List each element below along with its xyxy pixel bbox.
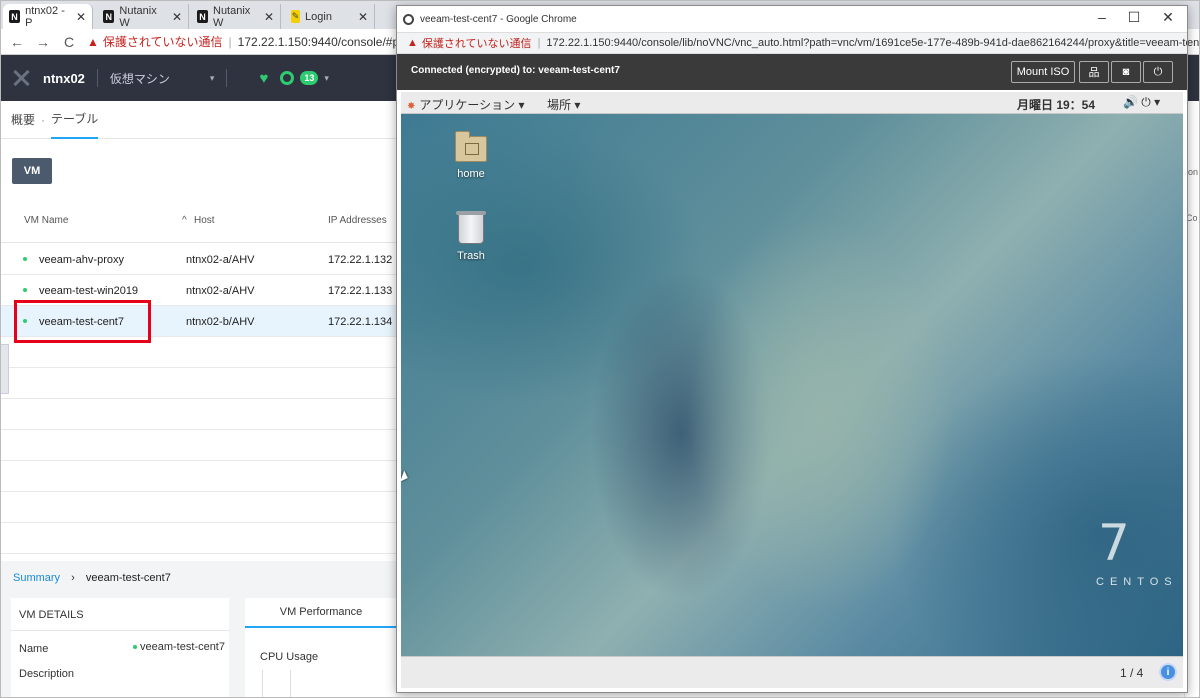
close-tab-icon[interactable]: ✕ <box>76 10 86 24</box>
chevron-down-icon[interactable]: ▾ <box>324 73 329 84</box>
camera-icon[interactable]: ◙ <box>1111 61 1141 83</box>
tab-overview[interactable]: 概要 <box>11 111 35 128</box>
breadcrumb-current: veeam-test-cent7 <box>85 572 171 584</box>
chrome-globe-icon <box>403 13 414 25</box>
power-on-dot-icon <box>23 257 27 261</box>
warning-triangle-icon: ▲ <box>87 34 99 49</box>
tab-nutanix-1[interactable]: N Nutanix W ✕ <box>97 4 189 29</box>
system-menu[interactable]: 🔊 ⏻ ▾ <box>1123 95 1160 110</box>
desktop-icon-trash[interactable]: Trash <box>441 211 501 262</box>
centos-logo-number: 7 <box>1098 514 1130 572</box>
vm-details-card: VM DETAILS Name veeam-test-cent7 Descrip… <box>11 598 229 697</box>
breadcrumb-summary-link[interactable]: Summary <box>13 572 60 584</box>
console-popup-window: veeam-test-cent7 - Google Chrome – ☐ ✕ ▲… <box>396 5 1188 693</box>
volume-icon: 🔊 <box>1123 95 1138 109</box>
close-tab-icon[interactable]: ✕ <box>264 10 274 24</box>
empty-row <box>1 430 396 461</box>
mount-iso-button[interactable]: Mount ISO <box>1011 61 1075 83</box>
popup-titlebar[interactable]: veeam-test-cent7 - Google Chrome – ☐ ✕ <box>397 6 1187 32</box>
sort-icon[interactable]: ^ <box>182 215 187 226</box>
chevron-down-icon[interactable]: ▾ <box>210 73 215 84</box>
home-folder-icon <box>455 131 487 162</box>
create-vm-button[interactable]: VM <box>12 158 52 184</box>
panel-resize-handle[interactable] <box>1 344 9 394</box>
alerts-ring-icon[interactable] <box>280 71 295 85</box>
popup-url[interactable]: 172.22.1.150:9440/console/lib/noVNC/vnc_… <box>546 37 1187 49</box>
power-icon[interactable]: ⏻ <box>1143 61 1173 83</box>
power-icon: ⏻ <box>1141 95 1151 109</box>
trash-icon <box>456 211 486 244</box>
vm-performance-card: VM Performance CPU Usage <box>245 598 397 697</box>
nutanix-logo-icon[interactable] <box>11 68 31 88</box>
chevron-down-icon: ▾ <box>1154 95 1161 109</box>
alert-count-badge[interactable]: 13 <box>300 71 319 85</box>
name-value: veeam-test-cent7 <box>133 641 225 653</box>
clock[interactable]: 月曜日 19：54 <box>1017 96 1095 113</box>
warning-triangle-icon: ▲ <box>407 37 418 49</box>
insecure-warning[interactable]: 保護されていない通信 <box>422 35 532 51</box>
health-heart-icon[interactable]: ♥ <box>259 70 268 87</box>
tab-vm-performance[interactable]: VM Performance <box>245 598 397 628</box>
url-tail: en <box>1187 37 1200 49</box>
close-tab-icon[interactable]: ✕ <box>358 10 368 24</box>
close-window-icon[interactable]: ✕ <box>1153 9 1183 26</box>
vm-table-header: VM Name ^ Host IP Addresses <box>1 201 396 243</box>
centos-desktop[interactable]: home Trash 7 CENTOS <box>401 114 1183 656</box>
col-vm-name[interactable]: VM Name <box>24 215 68 226</box>
places-menu[interactable]: 場所 ▾ <box>547 96 580 113</box>
empty-row <box>1 368 396 399</box>
power-on-dot-icon <box>23 288 27 292</box>
workspace-indicator[interactable]: 1 / 4 <box>1120 666 1143 680</box>
highlight-box <box>14 300 151 343</box>
notification-info-icon[interactable]: i <box>1159 663 1177 681</box>
power-on-dot-icon <box>133 645 137 650</box>
breadcrumb: Summary › veeam-test-cent7 <box>13 572 171 584</box>
novnc-toolbar: Connected (encrypted) to: veeam-test-cen… <box>397 54 1187 90</box>
empty-row <box>1 461 396 492</box>
tab-nutanix-2[interactable]: N Nutanix W ✕ <box>191 4 281 29</box>
screen: N ntnx02 - P ✕ N Nutanix W ✕ N Nutanix W… <box>0 0 1200 698</box>
minimize-icon[interactable]: – <box>1087 9 1117 25</box>
network-icon[interactable]: 品 <box>1079 61 1109 83</box>
centos-logo-word: CENTOS <box>1096 576 1178 588</box>
chevron-right-icon: › <box>71 572 75 584</box>
description-label: Description <box>19 668 75 680</box>
cpu-usage-label: CPU Usage <box>260 651 319 663</box>
forward-arrow-icon[interactable]: → <box>33 34 53 50</box>
nutanix-favicon-icon: N <box>197 10 208 23</box>
applications-menu[interactable]: ✸ アプリケーション ▾ <box>407 96 525 113</box>
empty-row <box>1 523 396 554</box>
popup-address-bar: ▲ 保護されていない通信 | 172.22.1.150:9440/console… <box>397 32 1187 54</box>
empty-row <box>1 492 396 523</box>
empty-row <box>1 399 396 430</box>
connection-status: Connected (encrypted) to: veeam-test-cen… <box>411 65 620 76</box>
back-arrow-icon[interactable]: ← <box>7 34 27 50</box>
gnome-foot-icon: ✸ <box>407 101 416 112</box>
login-favicon-icon: ✎ <box>291 10 301 23</box>
gnome-bottom-bar: 1 / 4 i <box>401 656 1183 688</box>
nutanix-favicon-icon: N <box>103 10 115 23</box>
col-host[interactable]: Host <box>194 215 215 226</box>
card-title: VM DETAILS <box>19 609 84 621</box>
entity-menu[interactable]: 仮想マシン <box>110 70 170 87</box>
maximize-icon[interactable]: ☐ <box>1119 9 1149 26</box>
insecure-warning[interactable]: 保護されていない通信 <box>103 33 223 50</box>
close-tab-icon[interactable]: ✕ <box>172 10 182 24</box>
mouse-cursor-icon <box>401 470 410 484</box>
name-label: Name <box>19 643 49 655</box>
popup-title: veeam-test-cent7 - Google Chrome <box>420 13 577 25</box>
tab-prism[interactable]: N ntnx02 - P ✕ <box>3 4 93 29</box>
nutanix-favicon-icon: N <box>9 10 21 23</box>
tab-login[interactable]: ✎ Login ✕ <box>285 4 375 29</box>
cluster-name[interactable]: ntnx02 <box>43 71 85 86</box>
reload-icon[interactable]: C <box>59 34 79 50</box>
table-row[interactable]: veeam-ahv-proxy ntnx02-a/AHV 172.22.1.13… <box>1 244 396 275</box>
tab-table[interactable]: テーブル <box>51 110 99 139</box>
col-ip[interactable]: IP Addresses <box>328 215 387 226</box>
gnome-top-bar: ✸ アプリケーション ▾ 場所 ▾ 月曜日 19：54 🔊 ⏻ ▾ <box>401 92 1183 114</box>
desktop-icon-home[interactable]: home <box>441 131 501 180</box>
